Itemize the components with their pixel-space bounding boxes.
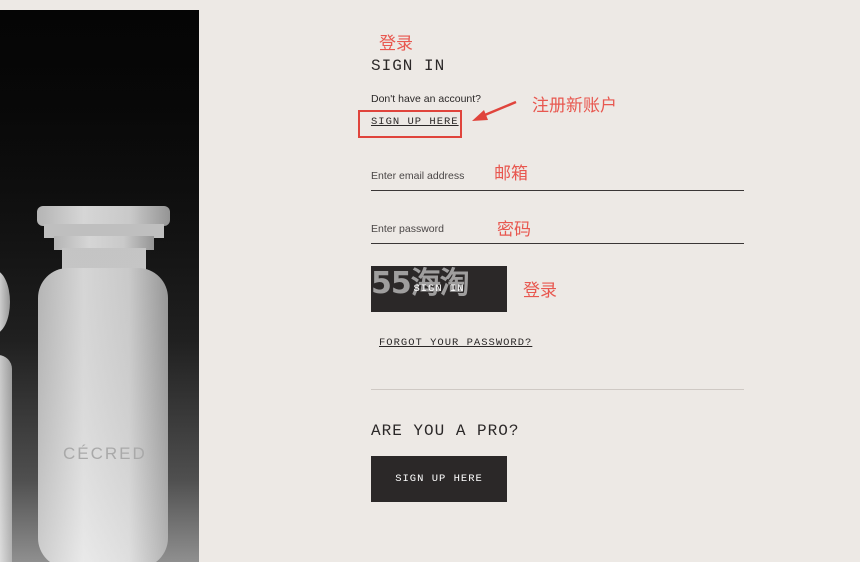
password-field[interactable]: [371, 215, 744, 243]
pro-heading: ARE YOU A PRO?: [371, 422, 520, 440]
annotation-arrow-icon: [472, 100, 517, 121]
password-field-wrapper: [371, 215, 744, 244]
email-field[interactable]: [371, 162, 744, 190]
annotation-login-button: 登录: [523, 281, 557, 301]
email-field-wrapper: [371, 162, 744, 191]
annotation-highlight-box: [358, 110, 462, 138]
annotation-login-top: 登录: [379, 34, 413, 54]
pro-signup-button[interactable]: SIGN UP HERE: [371, 456, 507, 502]
section-divider: [371, 389, 744, 390]
annotation-register: 注册新账户: [532, 96, 617, 116]
signin-button[interactable]: SIGN IN: [371, 266, 507, 312]
signin-heading: SIGN IN: [371, 57, 446, 75]
forgot-password-link[interactable]: FORGOT YOUR PASSWORD?: [379, 337, 532, 349]
product-bottles-image: [0, 10, 199, 562]
bottle-brand-text: CÉCRED: [63, 444, 147, 463]
annotation-password: 密码: [497, 220, 531, 240]
annotation-email: 邮箱: [494, 164, 528, 184]
no-account-text: Don't have an account?: [371, 93, 481, 105]
product-photo: CÉCRED: [0, 10, 199, 562]
